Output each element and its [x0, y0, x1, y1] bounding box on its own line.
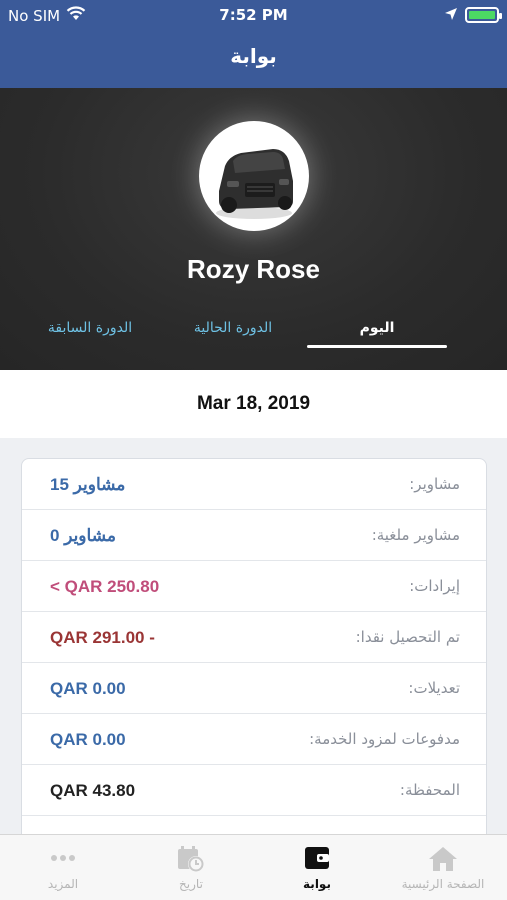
- battery-icon: [465, 7, 502, 23]
- list-item: المحفظة: QAR 43.80: [22, 765, 486, 816]
- tabbar-label: الصفحة الرئيسية: [401, 877, 485, 891]
- selected-date: Mar 18, 2019: [0, 370, 507, 438]
- tabbar-item-portal[interactable]: بوابة: [254, 835, 380, 900]
- row-label: المحفظة:: [399, 781, 460, 799]
- earnings-card: مشاوير: 15 مشاوير مشاوير ملغية: 0 مشاوير…: [21, 458, 487, 858]
- row-label: تعديلات:: [408, 679, 460, 697]
- car-icon: [216, 149, 293, 219]
- list-item: تم التحصيل نقدا: QAR 291.00 -: [22, 612, 486, 663]
- period-tabs: الدورة السابقة الدورة الحالية اليوم: [0, 314, 507, 354]
- row-value: QAR 0.00: [50, 679, 126, 698]
- more-dots-icon: [48, 845, 78, 875]
- row-label: إيرادات:: [409, 577, 460, 595]
- tabbar-item-more[interactable]: المزيد: [0, 835, 126, 900]
- row-label: مشاوير:: [409, 475, 460, 493]
- active-tab-indicator: [307, 345, 447, 348]
- page-title: بوابة: [230, 44, 277, 68]
- bottom-tab-bar: الصفحة الرئيسية بوابة تاريخ المزيد: [0, 834, 507, 900]
- avatar: [199, 121, 309, 231]
- tabbar-item-history[interactable]: تاريخ: [128, 835, 254, 900]
- list-item: مشاوير: 15 مشاوير: [22, 459, 486, 510]
- row-value: 0 مشاوير: [50, 526, 116, 545]
- user-name: Rozy Rose: [187, 254, 320, 284]
- row-value: QAR 43.80: [50, 781, 136, 800]
- row-value: QAR 0.00: [50, 730, 126, 749]
- tab-current-cycle[interactable]: الدورة الحالية: [163, 314, 303, 350]
- row-value: QAR 291.00 -: [50, 628, 155, 647]
- status-bar: No SIM 7:52 PM: [0, 0, 507, 30]
- location-arrow-icon: [445, 6, 457, 24]
- row-value[interactable]: < QAR 250.80: [50, 561, 159, 612]
- tabbar-label: المزيد: [47, 877, 79, 891]
- tabbar-label: تاريخ: [179, 877, 203, 891]
- tabbar-item-home[interactable]: الصفحة الرئيسية: [380, 835, 506, 900]
- row-label: مشاوير ملغية:: [371, 526, 460, 544]
- status-time: 7:52 PM: [219, 6, 288, 24]
- tabbar-label: بوابة: [303, 877, 331, 891]
- list-item: تعديلات: QAR 0.00: [22, 663, 486, 714]
- wallet-icon: [303, 845, 331, 875]
- calendar-clock-icon: [176, 845, 206, 877]
- tab-previous-cycle[interactable]: الدورة السابقة: [20, 314, 160, 350]
- top-bar: No SIM 7:52 PM بوابة: [0, 0, 507, 88]
- row-value: 15 مشاوير: [50, 475, 126, 494]
- profile-section: Rozy Rose الدورة السابقة الدورة الحالية …: [0, 88, 507, 370]
- list-item: مشاوير ملغية: 0 مشاوير: [22, 510, 486, 561]
- list-item: مدفوعات لمزود الخدمة: QAR 0.00: [22, 714, 486, 765]
- row-label: مدفوعات لمزود الخدمة:: [309, 730, 460, 748]
- home-icon: [427, 845, 459, 877]
- row-label: تم التحصيل نقدا:: [355, 628, 460, 646]
- list-item[interactable]: إيرادات: < QAR 250.80: [22, 561, 486, 612]
